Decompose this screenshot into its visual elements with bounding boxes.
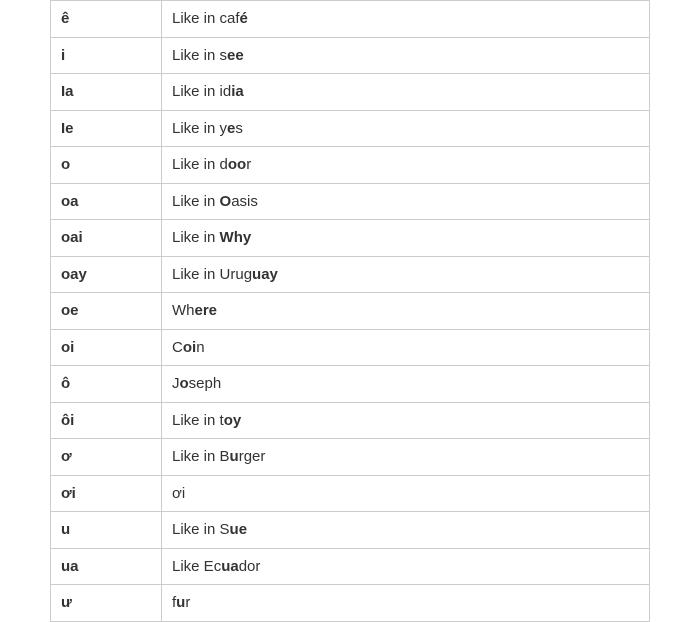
description-cell: Like in Uruguay: [162, 256, 650, 293]
description-cell: Like in door: [162, 147, 650, 184]
pronunciation-table: êLike in caféiLike in seeIaLike in idiaI…: [50, 0, 650, 622]
sound-cell: Ia: [51, 74, 162, 111]
table-row: oaLike in Oasis: [51, 183, 650, 220]
description-cell: Like in Burger: [162, 439, 650, 476]
sound-cell: ua: [51, 548, 162, 585]
description-cell: Like in idia: [162, 74, 650, 111]
pronunciation-table-container: êLike in caféiLike in seeIaLike in idiaI…: [0, 0, 700, 622]
description-cell: Like in Oasis: [162, 183, 650, 220]
table-row: IaLike in idia: [51, 74, 650, 111]
description-cell: Like Ecuador: [162, 548, 650, 585]
sound-cell: ơi: [51, 475, 162, 512]
description-cell: Joseph: [162, 366, 650, 403]
table-row: ưfur: [51, 585, 650, 622]
description-cell: fur: [162, 585, 650, 622]
sound-cell: ê: [51, 1, 162, 38]
description-cell: Like in Sue: [162, 512, 650, 549]
description-cell: Coin: [162, 329, 650, 366]
sound-cell: ô: [51, 366, 162, 403]
description-cell: Like in toy: [162, 402, 650, 439]
description-cell: Like in café: [162, 1, 650, 38]
description-cell: Like in see: [162, 37, 650, 74]
sound-cell: oe: [51, 293, 162, 330]
sound-cell: ôi: [51, 402, 162, 439]
sound-cell: oay: [51, 256, 162, 293]
table-row: ôJoseph: [51, 366, 650, 403]
description-cell: Where: [162, 293, 650, 330]
table-row: oLike in door: [51, 147, 650, 184]
table-row: oiCoin: [51, 329, 650, 366]
description-cell: ơi: [162, 475, 650, 512]
table-row: ôiLike in toy: [51, 402, 650, 439]
sound-cell: u: [51, 512, 162, 549]
sound-cell: ơ: [51, 439, 162, 476]
table-row: iLike in see: [51, 37, 650, 74]
sound-cell: ư: [51, 585, 162, 622]
table-row: ơiơi: [51, 475, 650, 512]
sound-cell: Ie: [51, 110, 162, 147]
description-cell: Like in Why: [162, 220, 650, 257]
table-row: oeWhere: [51, 293, 650, 330]
table-row: uLike in Sue: [51, 512, 650, 549]
sound-cell: i: [51, 37, 162, 74]
sound-cell: o: [51, 147, 162, 184]
sound-cell: oi: [51, 329, 162, 366]
description-cell: Like in yes: [162, 110, 650, 147]
table-row: ơLike in Burger: [51, 439, 650, 476]
sound-cell: oa: [51, 183, 162, 220]
sound-cell: oai: [51, 220, 162, 257]
table-row: oayLike in Uruguay: [51, 256, 650, 293]
table-row: oaiLike in Why: [51, 220, 650, 257]
table-row: uaLike Ecuador: [51, 548, 650, 585]
table-row: êLike in café: [51, 1, 650, 38]
table-row: IeLike in yes: [51, 110, 650, 147]
